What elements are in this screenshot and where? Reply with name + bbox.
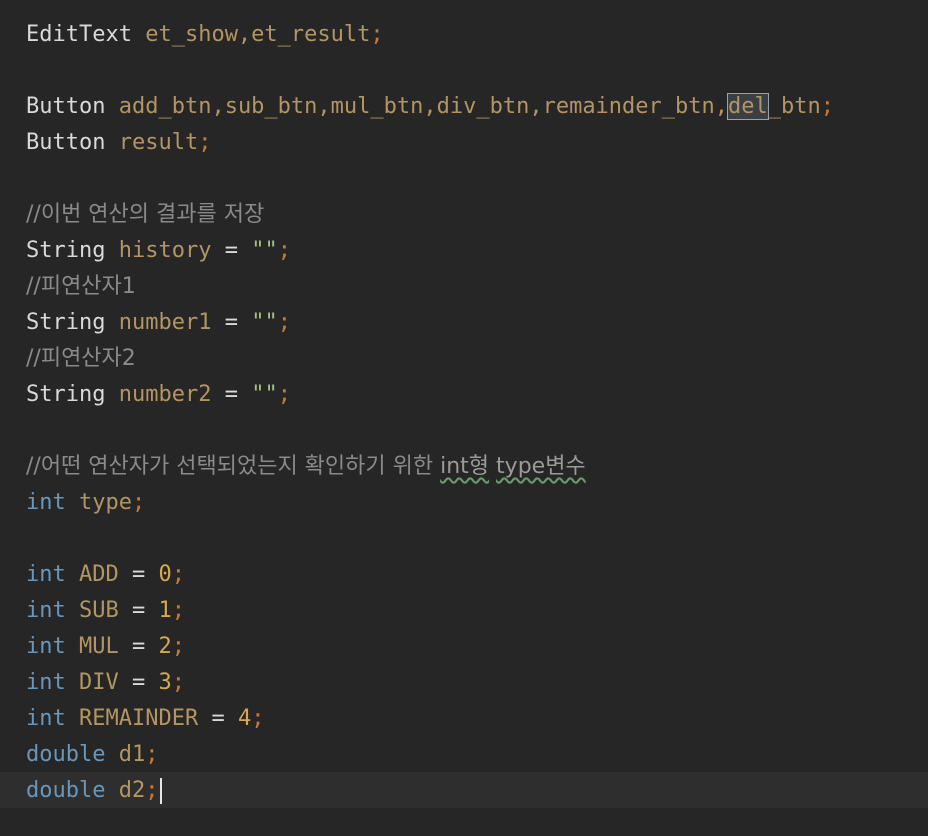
variable-name: SUB	[79, 598, 119, 623]
code-line-10[interactable]: //어떤 연산자가 선택되었는지 확인하기 위한 int형 type변수	[26, 449, 586, 485]
code-line-8[interactable]: //피연산자2	[26, 341, 136, 377]
code-line-18[interactable]: double d2;	[26, 773, 163, 809]
assign-operator: =	[132, 562, 146, 587]
semicolon: ;	[145, 742, 159, 767]
semicolon: ;	[171, 634, 185, 659]
comment: //피연산자2	[26, 346, 136, 371]
code-line-14[interactable]: int MUL = 2;	[26, 629, 185, 665]
semicolon: ;	[277, 382, 291, 407]
variable-name: history	[118, 238, 212, 263]
number-literal: 1	[158, 598, 172, 623]
variable-names-tail: _btn	[767, 94, 821, 119]
semicolon: ;	[145, 778, 159, 803]
semicolon: ;	[198, 130, 212, 155]
assign-operator: =	[224, 310, 238, 335]
code-line-13[interactable]: int SUB = 1;	[26, 593, 185, 629]
type-keyword: String	[26, 382, 106, 407]
type-keyword: EditText	[26, 22, 132, 47]
variable-name: ADD	[79, 562, 119, 587]
variable-name: DIV	[79, 670, 119, 695]
number-literal: 0	[158, 562, 172, 587]
code-line-5[interactable]: String history = "";	[26, 233, 291, 269]
semicolon: ;	[131, 490, 146, 515]
variable-names: et_show,et_result	[145, 22, 371, 47]
code-line-12[interactable]: int ADD = 0;	[26, 557, 185, 593]
type-keyword: int	[26, 634, 66, 659]
string-literal: ""	[251, 238, 278, 263]
semicolon: ;	[370, 22, 384, 47]
comment: //이번 연산의 결과를 저장	[26, 202, 265, 227]
type-keyword: int	[26, 598, 66, 623]
code-line-9[interactable]: String number2 = "";	[26, 377, 291, 413]
code-line-16[interactable]: int REMAINDER = 4;	[26, 701, 264, 737]
code-line-4[interactable]: //이번 연산의 결과를 저장	[26, 197, 264, 233]
type-keyword: int	[26, 562, 66, 587]
number-literal: 4	[237, 706, 252, 731]
string-literal: ""	[251, 382, 278, 407]
semicolon: ;	[277, 238, 291, 263]
variable-name: number1	[118, 310, 212, 335]
semicolon: ;	[277, 310, 291, 335]
comment: //피연산자1	[26, 274, 136, 299]
code-line-3[interactable]: Button result;	[26, 125, 211, 161]
spellcheck-word: int형	[440, 454, 490, 479]
assign-operator: =	[224, 382, 238, 407]
variable-name: type	[79, 490, 132, 515]
semicolon: ;	[171, 598, 185, 623]
semicolon: ;	[171, 670, 185, 695]
code-line-17[interactable]: double d1;	[26, 737, 158, 773]
type-keyword: double	[26, 742, 106, 767]
variable-names: result	[118, 130, 199, 155]
assign-operator: =	[211, 706, 225, 731]
type-keyword: Button	[26, 130, 106, 155]
code-line-6[interactable]: //피연산자1	[26, 269, 136, 305]
variable-name: number2	[118, 382, 212, 407]
code-line-1[interactable]: EditText et_show,et_result;	[26, 17, 384, 53]
code-line-7[interactable]: String number1 = "";	[26, 305, 291, 341]
comment	[489, 454, 496, 479]
type-keyword: int	[26, 706, 66, 731]
semicolon: ;	[251, 706, 265, 731]
type-keyword: String	[26, 238, 106, 263]
type-keyword: int	[26, 670, 66, 695]
assign-operator: =	[132, 598, 146, 623]
selected-word[interactable]: del	[727, 93, 769, 120]
code-line-2[interactable]: Button add_btn,sub_btn,mul_btn,div_btn,r…	[26, 89, 834, 125]
code-line-15[interactable]: int DIV = 3;	[26, 665, 185, 701]
assign-operator: =	[132, 670, 146, 695]
assign-operator: =	[132, 634, 146, 659]
text-caret	[160, 778, 163, 804]
code-line-11[interactable]: int type;	[26, 485, 145, 521]
code-editor[interactable]: EditText et_show,et_result; Button add_b…	[0, 0, 928, 836]
number-literal: 3	[158, 670, 172, 695]
comment: //어떤 연산자가 선택되었는지 확인하기 위한	[26, 454, 441, 479]
variable-names: add_btn,sub_btn,mul_btn,div_btn,remainde…	[118, 94, 729, 119]
type-keyword: int	[26, 490, 66, 515]
type-keyword: double	[26, 778, 106, 803]
variable-name: d2	[118, 778, 146, 803]
variable-name: d1	[118, 742, 146, 767]
variable-name: MUL	[79, 634, 119, 659]
variable-name: REMAINDER	[79, 706, 199, 731]
assign-operator: =	[224, 238, 238, 263]
string-literal: ""	[251, 310, 278, 335]
type-keyword: Button	[26, 94, 106, 119]
semicolon: ;	[171, 562, 185, 587]
type-keyword: String	[26, 310, 106, 335]
number-literal: 2	[158, 634, 172, 659]
semicolon: ;	[820, 94, 834, 119]
spellcheck-word: type변수	[496, 454, 586, 479]
